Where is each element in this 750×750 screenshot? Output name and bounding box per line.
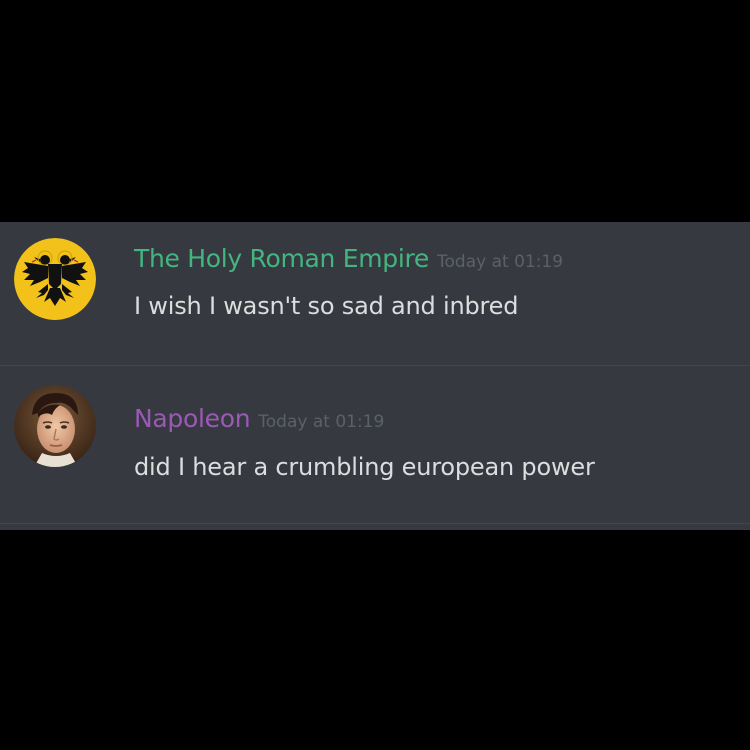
message-text: I wish I wasn't so sad and inbred <box>134 292 519 320</box>
message-header: Napoleon Today at 01:19 <box>134 404 384 433</box>
message-header: The Holy Roman Empire Today at 01:19 <box>134 244 563 273</box>
avatar[interactable] <box>14 238 96 320</box>
message-divider <box>0 523 750 524</box>
timestamp: Today at 01:19 <box>437 252 564 272</box>
chat-panel: The Holy Roman Empire Today at 01:19 I wi… <box>0 222 750 530</box>
double-headed-eagle-icon <box>14 238 96 320</box>
timestamp: Today at 01:19 <box>258 412 385 432</box>
message-text: did I hear a crumbling european power <box>134 453 595 481</box>
napoleon-portrait <box>14 385 96 467</box>
avatar[interactable] <box>14 385 96 467</box>
message-item <box>0 365 750 523</box>
message-item: The Holy Roman Empire Today at 01:19 I wi… <box>0 222 750 365</box>
username[interactable]: Napoleon <box>134 404 251 433</box>
username[interactable]: The Holy Roman Empire <box>134 244 429 273</box>
